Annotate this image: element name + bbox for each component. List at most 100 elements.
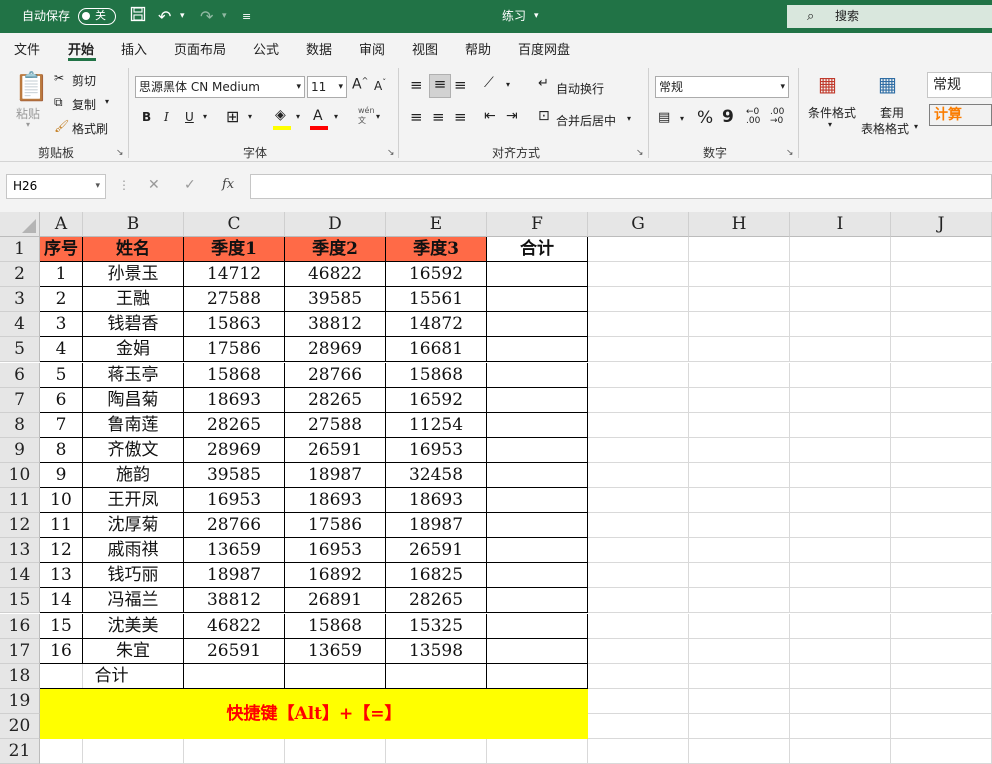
insert-function-icon[interactable]: fx	[222, 177, 234, 192]
format-painter-icon[interactable]: 🖌	[54, 119, 69, 133]
total-cell[interactable]	[487, 312, 588, 338]
number-format-select[interactable]: 常规 ▾	[655, 76, 789, 98]
align-center-icon[interactable]: ≡	[432, 108, 445, 126]
table-cell[interactable]: 17586	[285, 513, 386, 539]
table-cell[interactable]: 15	[40, 613, 83, 639]
name-box[interactable]: H26 ▾	[6, 174, 106, 199]
table-header-cell[interactable]: 季度1	[184, 237, 285, 263]
row-header-1[interactable]: 1	[0, 237, 40, 263]
decrease-decimal-icon[interactable]: .00 →0	[770, 108, 784, 126]
table-cell[interactable]: 16953	[386, 437, 487, 463]
table-cell[interactable]: 18987	[285, 462, 386, 488]
cell[interactable]	[386, 739, 487, 764]
table-cell[interactable]: 18693	[285, 488, 386, 514]
cell[interactable]	[891, 538, 992, 564]
row-header-19[interactable]: 19	[0, 688, 40, 714]
row-header-3[interactable]: 3	[0, 287, 40, 313]
total-cell[interactable]	[487, 387, 588, 413]
total-cell[interactable]	[487, 513, 588, 539]
accounting-format-icon[interactable]: ▤	[658, 110, 670, 125]
tab-page-layout[interactable]: 页面布局	[174, 39, 226, 58]
table-cell[interactable]: 38812	[285, 312, 386, 338]
total-cell[interactable]	[487, 437, 588, 463]
orientation-icon[interactable]: ⟋	[484, 75, 494, 91]
total-label-cell[interactable]: 合计	[40, 663, 184, 689]
wrap-text-icon[interactable]: ↵	[538, 76, 549, 91]
accounting-dropdown-icon[interactable]: ▾	[680, 114, 684, 123]
table-cell[interactable]: 冯福兰	[83, 588, 184, 614]
table-cell[interactable]: 12	[40, 538, 83, 564]
cell[interactable]	[83, 739, 184, 764]
table-cell[interactable]: 15868	[184, 362, 285, 388]
cell[interactable]	[689, 588, 790, 614]
table-cell[interactable]: 16953	[285, 538, 386, 564]
cell[interactable]	[790, 412, 891, 438]
cell[interactable]	[891, 563, 992, 589]
cell[interactable]	[689, 362, 790, 388]
cell[interactable]	[790, 688, 891, 714]
table-cell[interactable]: 5	[40, 362, 83, 388]
total-cell[interactable]	[487, 362, 588, 388]
cell[interactable]	[689, 312, 790, 338]
cell[interactable]	[588, 713, 689, 739]
paste-icon[interactable]: 📋	[14, 72, 49, 102]
cell[interactable]	[790, 362, 891, 388]
table-cell[interactable]: 16892	[285, 563, 386, 589]
row-header-18[interactable]: 18	[0, 663, 40, 689]
cell[interactable]	[891, 638, 992, 664]
style-calculation[interactable]: 计算	[929, 104, 992, 126]
format-painter-button[interactable]: 格式刷	[72, 120, 108, 137]
merge-center-button[interactable]: 合并后居中	[556, 112, 616, 129]
comma-button[interactable]: 9	[722, 107, 734, 127]
cell[interactable]	[588, 362, 689, 388]
cell[interactable]	[689, 488, 790, 514]
table-cell[interactable]: 王开凤	[83, 488, 184, 514]
font-color-dropdown-icon[interactable]: ▾	[334, 112, 338, 121]
enter-icon[interactable]: ✓	[184, 177, 196, 193]
table-cell[interactable]: 15868	[386, 362, 487, 388]
row-header-16[interactable]: 16	[0, 613, 40, 639]
select-all-button[interactable]	[0, 212, 40, 237]
table-cell[interactable]: 11	[40, 513, 83, 539]
cell[interactable]	[790, 337, 891, 363]
table-cell[interactable]: 32458	[386, 462, 487, 488]
row-header-11[interactable]: 11	[0, 488, 40, 514]
cell[interactable]	[40, 739, 83, 764]
row-header-12[interactable]: 12	[0, 513, 40, 539]
align-right-icon[interactable]: ≡	[454, 108, 467, 126]
cell[interactable]	[891, 588, 992, 614]
merge-dropdown-icon[interactable]: ▾	[627, 114, 631, 123]
borders-dropdown-icon[interactable]: ▾	[248, 112, 252, 121]
phonetic-icon[interactable]: wén 文	[358, 106, 375, 126]
cell[interactable]	[891, 488, 992, 514]
cell[interactable]	[689, 387, 790, 413]
table-cell[interactable]: 17586	[184, 337, 285, 363]
table-cell[interactable]: 27588	[285, 412, 386, 438]
cell[interactable]	[891, 312, 992, 338]
table-cell[interactable]: 26891	[285, 588, 386, 614]
cell[interactable]	[689, 462, 790, 488]
table-header-cell[interactable]: 合计	[487, 237, 588, 263]
table-cell[interactable]: 13598	[386, 638, 487, 664]
orientation-dropdown-icon[interactable]: ▾	[506, 80, 510, 89]
cell[interactable]	[689, 563, 790, 589]
save-icon[interactable]	[130, 0, 146, 33]
column-header-h[interactable]: H	[689, 212, 790, 237]
column-header-d[interactable]: D	[285, 212, 386, 237]
conditional-format-button[interactable]: 条件格式	[808, 104, 856, 121]
table-cell[interactable]: 钱巧丽	[83, 563, 184, 589]
cell[interactable]	[285, 739, 386, 764]
table-cell[interactable]: 陶昌菊	[83, 387, 184, 413]
table-cell[interactable]: 齐傲文	[83, 437, 184, 463]
cut-icon[interactable]: ✂	[54, 71, 64, 85]
tab-data[interactable]: 数据	[306, 39, 332, 58]
table-cell[interactable]: 16825	[386, 563, 487, 589]
clipboard-launcher-icon[interactable]: ↘	[116, 148, 124, 158]
tab-view[interactable]: 视图	[412, 39, 438, 58]
cell[interactable]	[588, 312, 689, 338]
total-cell[interactable]	[487, 613, 588, 639]
align-bottom-icon[interactable]: ≡	[454, 76, 467, 94]
table-cell[interactable]: 28969	[184, 437, 285, 463]
fill-color-icon[interactable]: ◈	[275, 107, 286, 123]
align-left-icon[interactable]: ≡	[410, 108, 423, 126]
